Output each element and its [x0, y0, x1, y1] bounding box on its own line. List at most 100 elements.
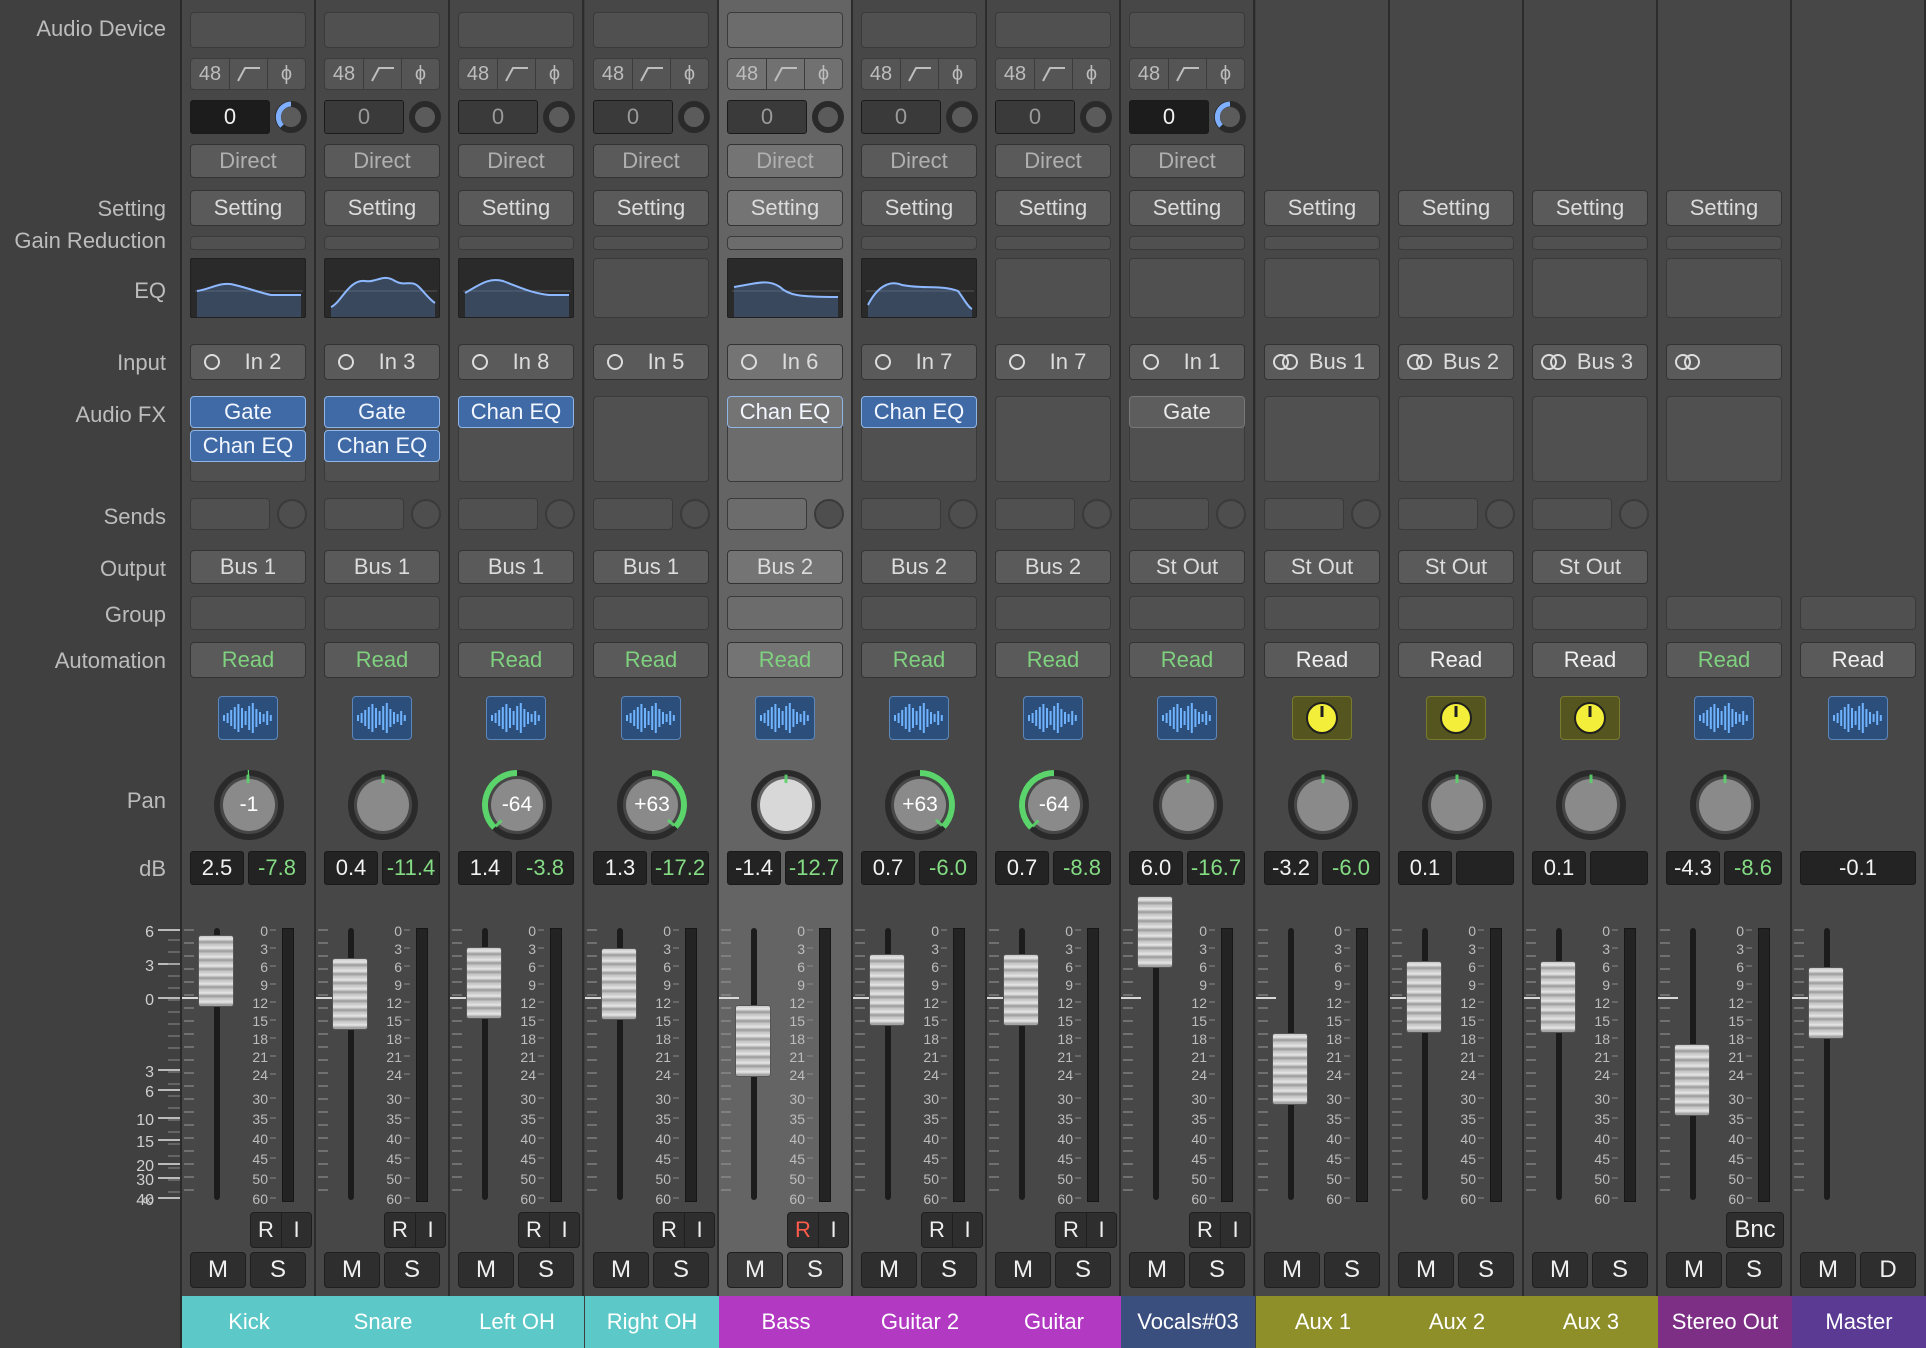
volume-value[interactable]: 0.7	[861, 851, 915, 885]
group-slot[interactable]	[995, 596, 1111, 630]
gain-field[interactable]: 0	[190, 100, 270, 134]
record-enable-button[interactable]: R	[788, 1213, 818, 1247]
automation-mode-button[interactable]: Read	[1398, 642, 1514, 678]
group-slot[interactable]	[1532, 596, 1648, 630]
gain-field[interactable]: 0	[995, 100, 1075, 134]
eq-thumbnail[interactable]	[727, 258, 843, 318]
channel-strip-stereo-out[interactable]: Setting Read -4.3 -8.6 0 3 6 9 12 15 18 21 24 30 35 40 4…	[1658, 0, 1792, 1348]
record-input-buttons[interactable]: RI	[1189, 1212, 1251, 1248]
audio-fx-slot-gate[interactable]: Gate	[1129, 396, 1245, 428]
peak-level-value[interactable]: -3.8	[516, 851, 574, 885]
high-pass-icon[interactable]	[1168, 59, 1206, 89]
setting-button[interactable]: Setting	[1264, 190, 1380, 226]
setting-button[interactable]: Setting	[727, 190, 843, 226]
mute-button[interactable]: M	[324, 1252, 380, 1288]
send-slot[interactable]	[324, 498, 404, 530]
input-format-controls[interactable]: 48 ϕ	[593, 58, 709, 90]
record-enable-button[interactable]: R	[251, 1213, 281, 1247]
aux-icon[interactable]	[1560, 696, 1620, 740]
pan-knob[interactable]: -64	[478, 766, 556, 844]
input-slot[interactable]: In 3	[324, 344, 440, 380]
audio-fx-slot-gate[interactable]: Gate	[190, 396, 306, 428]
eq-thumbnail[interactable]	[324, 258, 440, 318]
gain-field[interactable]: 0	[1129, 100, 1209, 134]
send-level-knob[interactable]	[1350, 498, 1382, 530]
volume-value[interactable]: -4.3	[1666, 851, 1720, 885]
audio-device-slot[interactable]	[593, 12, 709, 48]
channel-strip-kick[interactable]: 48 ϕ 0 Direct Setting In 2 Gate Chan EQ Bus 1 Rea…	[182, 0, 316, 1348]
volume-value[interactable]: 1.4	[458, 851, 512, 885]
channel-name[interactable]: Guitar	[987, 1296, 1121, 1348]
output-slot[interactable]: Bus 1	[458, 550, 574, 584]
send-slot[interactable]	[1129, 498, 1209, 530]
audio-fx-area[interactable]	[1666, 396, 1782, 482]
eq-thumbnail[interactable]	[995, 258, 1111, 318]
peak-level-value[interactable]: -16.7	[1187, 851, 1245, 885]
input-slot[interactable]: In 5	[593, 344, 709, 380]
eq-thumbnail[interactable]	[861, 258, 977, 318]
gain-knob[interactable]	[945, 100, 979, 134]
send-slot[interactable]	[593, 498, 673, 530]
record-enable-button[interactable]: R	[654, 1213, 684, 1247]
channel-name[interactable]: Vocals#03	[1121, 1296, 1255, 1348]
input-slot[interactable]: In 2	[190, 344, 306, 380]
gain-field[interactable]: 0	[727, 100, 807, 134]
input-slot[interactable]: In 7	[861, 344, 977, 380]
automation-mode-button[interactable]: Read	[727, 642, 843, 678]
audio-device-slot[interactable]	[458, 12, 574, 48]
record-enable-button[interactable]: R	[385, 1213, 415, 1247]
gain-field[interactable]: 0	[593, 100, 673, 134]
gain-knob[interactable]	[274, 100, 308, 134]
channel-name[interactable]: Stereo Out	[1658, 1296, 1792, 1348]
peak-level-value[interactable]: -12.7	[785, 851, 843, 885]
input-format-controls[interactable]: 48 ϕ	[995, 58, 1111, 90]
record-enable-button[interactable]: R	[922, 1213, 952, 1247]
phase-invert-icon[interactable]: ϕ	[401, 59, 439, 89]
automation-mode-button[interactable]: Read	[1666, 642, 1782, 678]
eq-thumbnail[interactable]	[190, 258, 306, 318]
group-slot[interactable]	[1666, 596, 1782, 630]
solo-button[interactable]: S	[787, 1252, 843, 1288]
volume-value[interactable]: 0.1	[1532, 851, 1586, 885]
peak-level-value[interactable]: -17.2	[651, 851, 709, 885]
record-enable-button[interactable]: R	[1056, 1213, 1086, 1247]
automation-mode-button[interactable]: Read	[593, 642, 709, 678]
eq-thumbnail[interactable]	[458, 258, 574, 318]
channel-strip-aux-2[interactable]: Setting Bus 2 St Out Read 0.1 0 3 6 9 12 15 18 21 24 3…	[1390, 0, 1524, 1348]
volume-fader[interactable]	[1808, 966, 1844, 1039]
audio-fx-slot-chan-eq[interactable]: Chan EQ	[190, 430, 306, 462]
eq-thumbnail[interactable]	[593, 258, 709, 318]
input-format-controls[interactable]: 48 ϕ	[458, 58, 574, 90]
gain-knob[interactable]	[677, 100, 711, 134]
send-level-knob[interactable]	[276, 498, 308, 530]
waveform-icon[interactable]	[218, 696, 278, 740]
automation-mode-button[interactable]: Read	[995, 642, 1111, 678]
channel-name[interactable]: Guitar 2	[853, 1296, 987, 1348]
volume-value[interactable]: 0.4	[324, 851, 378, 885]
phase-invert-icon[interactable]: ϕ	[804, 59, 842, 89]
high-pass-icon[interactable]	[229, 59, 267, 89]
volume-fader[interactable]	[1272, 1032, 1308, 1105]
mute-button[interactable]: M	[1264, 1252, 1320, 1288]
send-slot[interactable]	[1264, 498, 1344, 530]
record-input-buttons[interactable]: RI	[384, 1212, 446, 1248]
input-slot[interactable]	[1666, 344, 1782, 380]
volume-fader[interactable]	[1674, 1043, 1710, 1116]
channel-strip-left-oh[interactable]: 48 ϕ 0 Direct Setting In 8 Chan EQ Bus 1 Read -64…	[450, 0, 584, 1348]
waveform-icon[interactable]	[755, 696, 815, 740]
solo-button[interactable]: S	[1592, 1252, 1648, 1288]
automation-mode-button[interactable]: Read	[324, 642, 440, 678]
peak-level-value[interactable]: -11.4	[382, 851, 440, 885]
input-format-controls[interactable]: 48 ϕ	[1129, 58, 1245, 90]
volume-fader[interactable]	[198, 934, 234, 1007]
audio-fx-slot-chan-eq[interactable]: Chan EQ	[458, 396, 574, 428]
waveform-icon[interactable]	[1694, 696, 1754, 740]
audio-fx-slot-chan-eq[interactable]: Chan EQ	[727, 396, 843, 428]
output-slot[interactable]: St Out	[1398, 550, 1514, 584]
automation-mode-button[interactable]: Read	[458, 642, 574, 678]
peak-level-value[interactable]	[1590, 851, 1648, 885]
group-slot[interactable]	[1264, 596, 1380, 630]
record-enable-button[interactable]: R	[519, 1213, 549, 1247]
eq-thumbnail[interactable]	[1129, 258, 1245, 318]
send-slot[interactable]	[1532, 498, 1612, 530]
